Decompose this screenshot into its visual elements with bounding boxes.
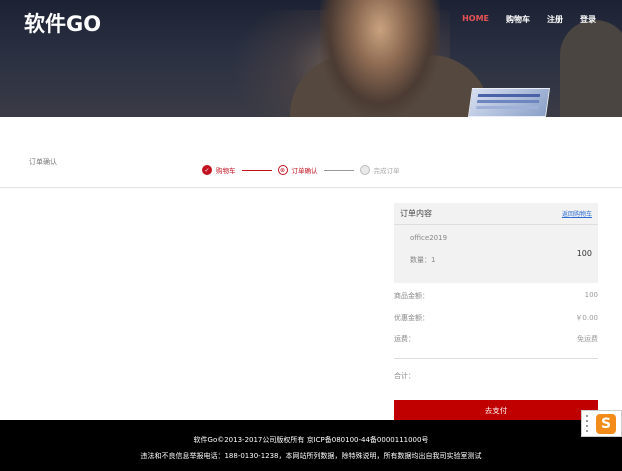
- footer-report-notice: 违法和不良信息举报电话：188-0130-1238，本网站所列数据，除特殊说明，…: [140, 452, 482, 460]
- ime-widget[interactable]: S: [581, 410, 622, 437]
- hero-person-2: [560, 20, 622, 117]
- main-nav: HOME 购物车 注册 登录: [462, 14, 596, 25]
- current-step-icon: ⊗: [277, 165, 288, 175]
- nav-register[interactable]: 注册: [547, 14, 563, 25]
- order-content-box: 订单内容 返回购物车 office2019 数量：1 100: [394, 203, 598, 283]
- step-label: 完成订单: [373, 167, 400, 175]
- hero-laptop: [467, 88, 551, 117]
- product-name: office2019: [410, 234, 448, 242]
- header-divider: [0, 187, 622, 188]
- check-icon: ✓: [202, 165, 212, 175]
- discount-label: 优惠金额：: [394, 314, 429, 322]
- pay-button[interactable]: 去支付: [394, 400, 598, 420]
- pending-step-icon: [359, 165, 370, 175]
- shipping-value: 免运费: [577, 335, 598, 343]
- discount-row: 优惠金额： ￥0.00: [394, 313, 598, 323]
- product-quantity: 数量：1: [410, 256, 436, 264]
- total-label: 合计：: [394, 372, 415, 380]
- goods-amount-row: 商品金额： 100: [394, 291, 598, 301]
- shipping-label: 运费：: [394, 335, 415, 343]
- discount-value: ￥0.00: [575, 314, 598, 322]
- goods-amount-label: 商品金额：: [394, 292, 429, 300]
- total-row: 合计：: [394, 371, 598, 381]
- order-summary: 订单内容 返回购物车 office2019 数量：1 100 商品金额： 100…: [394, 203, 598, 380]
- step-label: 订单确认: [291, 167, 318, 175]
- nav-login[interactable]: 登录: [580, 14, 596, 25]
- hero-banner: 软件GO HOME 购物车 注册 登录: [0, 0, 622, 117]
- back-to-cart-link[interactable]: 返回购物车: [562, 209, 592, 218]
- step-connector: [323, 169, 354, 171]
- step-confirm: ⊗ 订单确认: [277, 165, 318, 175]
- order-content-header: 订单内容 返回购物车: [394, 203, 598, 225]
- site-logo[interactable]: 软件GO: [24, 8, 101, 38]
- nav-home[interactable]: HOME: [462, 14, 489, 25]
- site-footer: 软件Go©2013-2017公司版权所有 京ICP备080100-44备0000…: [0, 420, 622, 471]
- sogou-ime-icon[interactable]: S: [596, 414, 616, 434]
- drag-handle-icon[interactable]: [586, 415, 588, 433]
- goods-amount-value: 100: [584, 291, 598, 299]
- order-content-title: 订单内容: [400, 209, 432, 218]
- shipping-row: 运费： 免运费: [394, 334, 598, 344]
- step-label: 购物车: [216, 167, 236, 175]
- nav-cart[interactable]: 购物车: [506, 14, 530, 25]
- footer-copyright: 软件Go©2013-2017公司版权所有 京ICP备080100-44备0000…: [193, 436, 429, 444]
- step-cart: ✓ 购物车: [202, 165, 236, 175]
- step-complete: 完成订单: [359, 165, 400, 175]
- product-price: 100: [576, 249, 592, 258]
- page-title: 订单确认: [29, 158, 57, 166]
- step-connector: [241, 169, 272, 171]
- checkout-steps: ✓ 购物车 ⊗ 订单确认 完成订单: [202, 165, 400, 175]
- summary-divider: [394, 358, 598, 359]
- hero-person: [320, 0, 440, 117]
